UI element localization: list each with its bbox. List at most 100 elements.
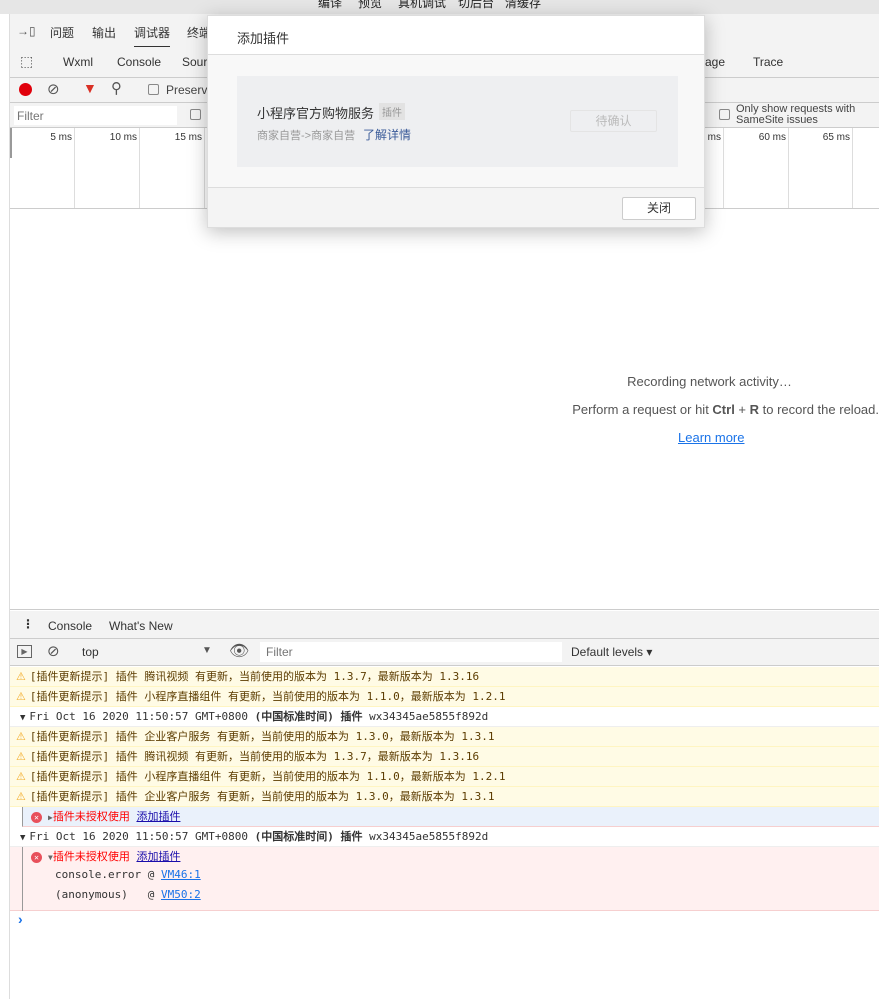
- group-label: (中国标准时间) 插件: [254, 830, 363, 843]
- expand-triangle-icon[interactable]: ▼: [20, 713, 25, 723]
- stack-at: @: [147, 888, 155, 901]
- inspect-element-icon[interactable]: ⬚: [20, 53, 33, 70]
- learn-more-link[interactable]: Learn more: [678, 430, 744, 445]
- drawer-menu-icon[interactable]: ⋮: [22, 617, 34, 631]
- plus: +: [734, 402, 750, 417]
- drawer-tab-whats-new[interactable]: What's New: [109, 619, 173, 633]
- compile-button[interactable]: 编译: [318, 0, 342, 10]
- clear-icon[interactable]: ⊘: [47, 80, 60, 98]
- dialog-header: 添加插件: [208, 16, 704, 55]
- error-header[interactable]: ✕ ▼插件未授权使用 添加插件: [23, 847, 873, 867]
- samesite-label: Only show requests with SameSite issues: [736, 103, 856, 126]
- message-text: [插件更新提示] 插件 腾讯视频 有更新，当前使用的版本为 1.3.7，最新版本…: [29, 750, 480, 763]
- tick-label: 65 ms: [822, 132, 850, 143]
- preserve-log-checkbox[interactable]: [148, 84, 159, 95]
- drawer-tab-console[interactable]: Console: [46, 619, 95, 641]
- perform-prefix: Perform a request or hit: [572, 402, 713, 417]
- vm-link[interactable]: VM46:1: [161, 868, 201, 881]
- tab-issues[interactable]: 问题: [50, 24, 74, 41]
- simulator-toolbar: 编译 预览 真机调试 切后台 清缓存: [0, 0, 879, 14]
- tick-label: 10 ms: [109, 132, 137, 143]
- console-error-expanded: ✕ ▼插件未授权使用 添加插件 console.error @ VM46:1 (a…: [10, 847, 879, 911]
- clear-cache-button[interactable]: 清缓存: [505, 0, 541, 10]
- ctrl-key: Ctrl: [712, 402, 735, 417]
- console-group[interactable]: ▼ Fri Oct 16 2020 11:50:57 GMT+0800 (中国标准…: [10, 707, 879, 727]
- add-plugin-dialog: 添加插件 小程序官方购物服务 插件 商家自营->商家自营 了解详情 待确认 关闭: [207, 15, 705, 228]
- dialog-title: 添加插件: [237, 31, 290, 46]
- eye-icon[interactable]: 👁: [229, 641, 249, 661]
- r-key: R: [749, 402, 760, 417]
- console-toolbar: ▶ ⊘ top ▼ 👁 Default levels ▾: [10, 639, 879, 666]
- error-icon: ✕: [31, 851, 42, 863]
- tab-trace[interactable]: Trace: [753, 55, 783, 69]
- console-warning: ⚠ [插件更新提示] 插件 小程序直播组件 有更新，当前使用的版本为 1.1.0，…: [10, 687, 879, 707]
- expand-triangle-icon[interactable]: ▼: [20, 833, 25, 843]
- console-group[interactable]: ▼ Fri Oct 16 2020 11:50:57 GMT+0800 (中国标准…: [10, 827, 879, 847]
- tab-debugger[interactable]: 调试器: [134, 24, 171, 48]
- simulator-edge: [0, 14, 10, 999]
- message-text: [插件更新提示] 插件 企业客户服务 有更新，当前使用的版本为 1.3.0，最新…: [29, 790, 495, 803]
- console-warning: ⚠ [插件更新提示] 插件 小程序直播组件 有更新，当前使用的版本为 1.1.0，…: [10, 767, 879, 787]
- add-plugin-link[interactable]: 添加插件: [136, 850, 180, 863]
- warning-icon: ⚠: [16, 750, 26, 763]
- tick-label: 5 ms: [50, 132, 72, 143]
- perform-suffix: to record the reload.: [759, 402, 879, 417]
- sidebar-toggle-icon[interactable]: ▶: [17, 645, 32, 658]
- plugin-card: 小程序官方购物服务 插件 商家自营->商家自营 了解详情 待确认: [237, 76, 678, 167]
- error-text: 插件未授权使用: [52, 850, 130, 863]
- perform-request-text: Perform a request or hit Ctrl + R to rec…: [530, 402, 879, 417]
- message-text: [插件更新提示] 插件 小程序直播组件 有更新，当前使用的版本为 1.1.0，最…: [29, 770, 506, 783]
- search-icon[interactable]: ⚲: [111, 79, 122, 97]
- stack-fn: console.error: [55, 868, 142, 881]
- warning-icon: ⚠: [16, 690, 26, 703]
- add-plugin-link[interactable]: 添加插件: [136, 810, 180, 823]
- preview-button[interactable]: 预览: [358, 0, 382, 10]
- network-empty-state: Recording network activity… Perform a re…: [10, 210, 879, 610]
- warning-icon: ⚠: [16, 670, 26, 683]
- plugin-id: wx34345ae5855f892d: [362, 710, 489, 723]
- console-warning: ⚠ [插件更新提示] 插件 腾讯视频 有更新，当前使用的版本为 1.3.7，最新版…: [10, 667, 879, 687]
- drawer-tabs: ⋮ Console What's New: [10, 611, 879, 641]
- tab-wxml[interactable]: Wxml: [63, 55, 93, 69]
- message-text: [插件更新提示] 插件 小程序直播组件 有更新，当前使用的版本为 1.1.0，最…: [29, 690, 506, 703]
- details-link[interactable]: 了解详情: [363, 126, 411, 143]
- filter-icon[interactable]: ▼: [83, 80, 97, 96]
- stack-at: @: [147, 868, 155, 881]
- dialog-footer: 关闭: [208, 187, 704, 227]
- background-button[interactable]: 切后台: [458, 0, 494, 10]
- context-select[interactable]: top: [82, 645, 99, 659]
- remote-debug-button[interactable]: 真机调试: [398, 0, 446, 10]
- tab-output[interactable]: 输出: [92, 24, 116, 41]
- pending-button[interactable]: 待确认: [570, 110, 657, 132]
- warning-icon: ⚠: [16, 790, 26, 803]
- console-filter-input[interactable]: [260, 642, 562, 662]
- console-prompt[interactable]: ›: [18, 911, 23, 927]
- message-text: [插件更新提示] 插件 企业客户服务 有更新，当前使用的版本为 1.3.0，最新…: [29, 730, 495, 743]
- clear-console-icon[interactable]: ⊘: [47, 642, 60, 660]
- samesite-checkbox[interactable]: [719, 109, 730, 120]
- tab-console[interactable]: Console: [117, 55, 161, 69]
- hide-data-urls-checkbox[interactable]: [190, 109, 201, 120]
- record-icon[interactable]: [19, 83, 32, 96]
- group-label: (中国标准时间) 插件: [254, 710, 363, 723]
- plugin-id: wx34345ae5855f892d: [362, 830, 489, 843]
- vm-link[interactable]: VM50:2: [161, 888, 201, 901]
- plugin-desc: 商家自营->商家自营: [257, 130, 356, 142]
- chevron-down-icon[interactable]: ▼: [202, 645, 212, 656]
- recording-text: Recording network activity…: [627, 374, 792, 389]
- stack-fn: (anonymous): [55, 888, 128, 901]
- error-icon: ✕: [31, 811, 42, 823]
- error-text: 插件未授权使用: [52, 810, 130, 823]
- warning-icon: ⚠: [16, 770, 26, 783]
- stack-frame: (anonymous) @ VM50:2: [55, 885, 455, 905]
- console-error[interactable]: ✕ ▶插件未授权使用 添加插件: [22, 807, 879, 827]
- console-warning: ⚠ [插件更新提示] 插件 企业客户服务 有更新，当前使用的版本为 1.3.0，最…: [10, 727, 879, 747]
- network-filter-input[interactable]: [14, 106, 177, 125]
- plugin-name: 小程序官方购物服务: [257, 106, 375, 121]
- log-levels-select[interactable]: Default levels ▾: [571, 645, 652, 659]
- plugin-badge: 插件: [379, 103, 405, 120]
- close-button[interactable]: 关闭: [622, 197, 696, 220]
- warning-icon: ⚠: [16, 730, 26, 743]
- console-warning: ⚠ [插件更新提示] 插件 企业客户服务 有更新，当前使用的版本为 1.3.0，最…: [10, 787, 879, 807]
- dock-icon[interactable]: →▯: [17, 24, 36, 38]
